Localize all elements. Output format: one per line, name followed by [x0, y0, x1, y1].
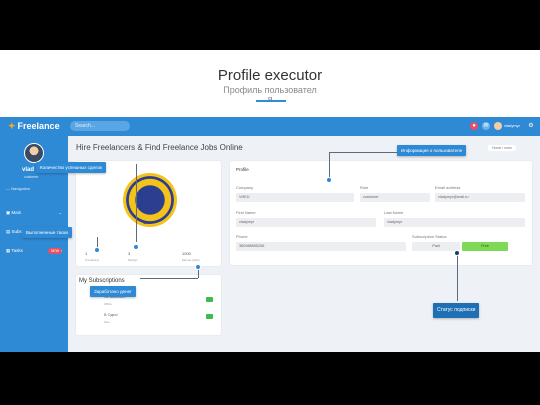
- notification-icon[interactable]: ●: [470, 122, 478, 130]
- last-name-label: Last Name: [384, 210, 404, 215]
- sidebar-user-role: customer: [24, 175, 39, 179]
- message-icon[interactable]: ✉: [482, 122, 490, 130]
- search-input[interactable]: Search...: [70, 121, 130, 131]
- page-heading: Hire Freelancers & Find Freelance Jobs O…: [76, 143, 243, 152]
- company-label: Company: [236, 185, 254, 190]
- sidebar-user-name: vlad: [22, 167, 35, 173]
- status-paid-button[interactable]: Paid: [412, 242, 460, 251]
- marker-dot: [454, 250, 460, 256]
- subscription-toggle[interactable]: [206, 297, 213, 302]
- stat-earned-label: Earned (UAH): [182, 258, 200, 262]
- user-avatar-icon[interactable]: [494, 122, 502, 130]
- profile-card: Profile Company VHEU Role customer Email…: [230, 161, 532, 265]
- callout-completed-tasks: Выполненные таски: [22, 227, 72, 238]
- marker-dot: [326, 177, 332, 183]
- connector-line: [457, 255, 458, 301]
- callout-subscription-status: Статус подписки: [433, 303, 480, 318]
- phone-field[interactable]: 380988855256: [236, 242, 406, 251]
- subscriptions-title: My Subscriptions: [79, 278, 125, 284]
- university-emblem-icon: [123, 173, 177, 227]
- stat-completed-value: 1: [85, 251, 88, 256]
- email-field[interactable]: vladymyr@mail.ru: [435, 193, 525, 202]
- bottom-black-bar: [0, 352, 540, 405]
- sidebar-nav-heading: — Navigation: [6, 186, 31, 191]
- connector-line: [329, 152, 399, 153]
- subscription-sub: Kiev: [104, 320, 110, 324]
- sidebar-item-label: Subs: [11, 229, 22, 234]
- gear-icon[interactable]: ⚙: [527, 122, 535, 130]
- chevron-down-icon: ⌄: [58, 210, 62, 215]
- company-field[interactable]: VHEU: [236, 193, 354, 202]
- app-screenshot: ✦ Freelance Search... ● ✉ vladymyr ⚙ vlad…: [0, 117, 540, 352]
- subscription-name: В Одесі: [104, 313, 118, 317]
- breadcrumb[interactable]: Home / main: [488, 145, 516, 151]
- connector-line: [329, 152, 330, 180]
- logo-text: Freelance: [17, 121, 60, 131]
- sidebar-item-tasks[interactable]: ▦ Tasks NEW ›: [6, 247, 64, 255]
- avatar[interactable]: [24, 143, 44, 163]
- connector-line: [136, 164, 137, 242]
- header-username[interactable]: vladymyr: [504, 123, 520, 128]
- marker-dot: [133, 244, 139, 250]
- marker-dot: [195, 264, 201, 270]
- first-name-field[interactable]: vladymyr: [236, 218, 376, 227]
- connector-line: [140, 278, 198, 279]
- marker-dot: [94, 247, 100, 253]
- sidebar-item-label: Tasks: [11, 248, 23, 253]
- emblem-year: 1930: [143, 220, 152, 225]
- status-free-button[interactable]: Free: [462, 242, 508, 251]
- callout-earned: Заработано денег: [90, 286, 136, 297]
- profile-title: Profile: [236, 167, 249, 172]
- callout-user-info: Информация о пользователе: [397, 145, 467, 156]
- app-header: ✦ Freelance Search... ● ✉ vladymyr ⚙: [0, 117, 540, 136]
- email-label: Email address: [435, 185, 461, 190]
- chevron-right-icon: ›: [60, 248, 62, 253]
- role-field[interactable]: customer: [360, 193, 430, 202]
- phone-label: Phone: [236, 234, 248, 239]
- stat-ratings-value: 3: [128, 251, 131, 256]
- app-logo[interactable]: ✦ Freelance: [8, 121, 60, 132]
- first-name-label: First Name: [236, 210, 256, 215]
- logo-mark-icon: ✦: [8, 121, 16, 131]
- subscription-status-label: Subscription Status: [412, 234, 447, 239]
- stat-earned-value: 1000: [182, 251, 191, 256]
- sidebar-item-label: Main: [11, 210, 22, 215]
- role-label: Role: [360, 185, 369, 190]
- subscription-sub: Office: [104, 302, 112, 306]
- slide-title: Profile executor: [217, 67, 323, 84]
- sidebar-item-main[interactable]: ▣ Main ⌄: [6, 209, 64, 217]
- title-underline: [256, 100, 286, 102]
- stat-ratings-label: Ratings: [128, 258, 138, 262]
- top-black-bar: [0, 0, 540, 50]
- subscriptions-card: My Subscriptions Ne abofinder Office В О…: [76, 275, 221, 335]
- callout-successful-deals: Количество успешных сделок: [36, 162, 107, 173]
- subscription-toggle[interactable]: [206, 314, 213, 319]
- last-name-field[interactable]: vladymyr: [384, 218, 525, 227]
- stat-completed-label: Completed: [85, 258, 99, 262]
